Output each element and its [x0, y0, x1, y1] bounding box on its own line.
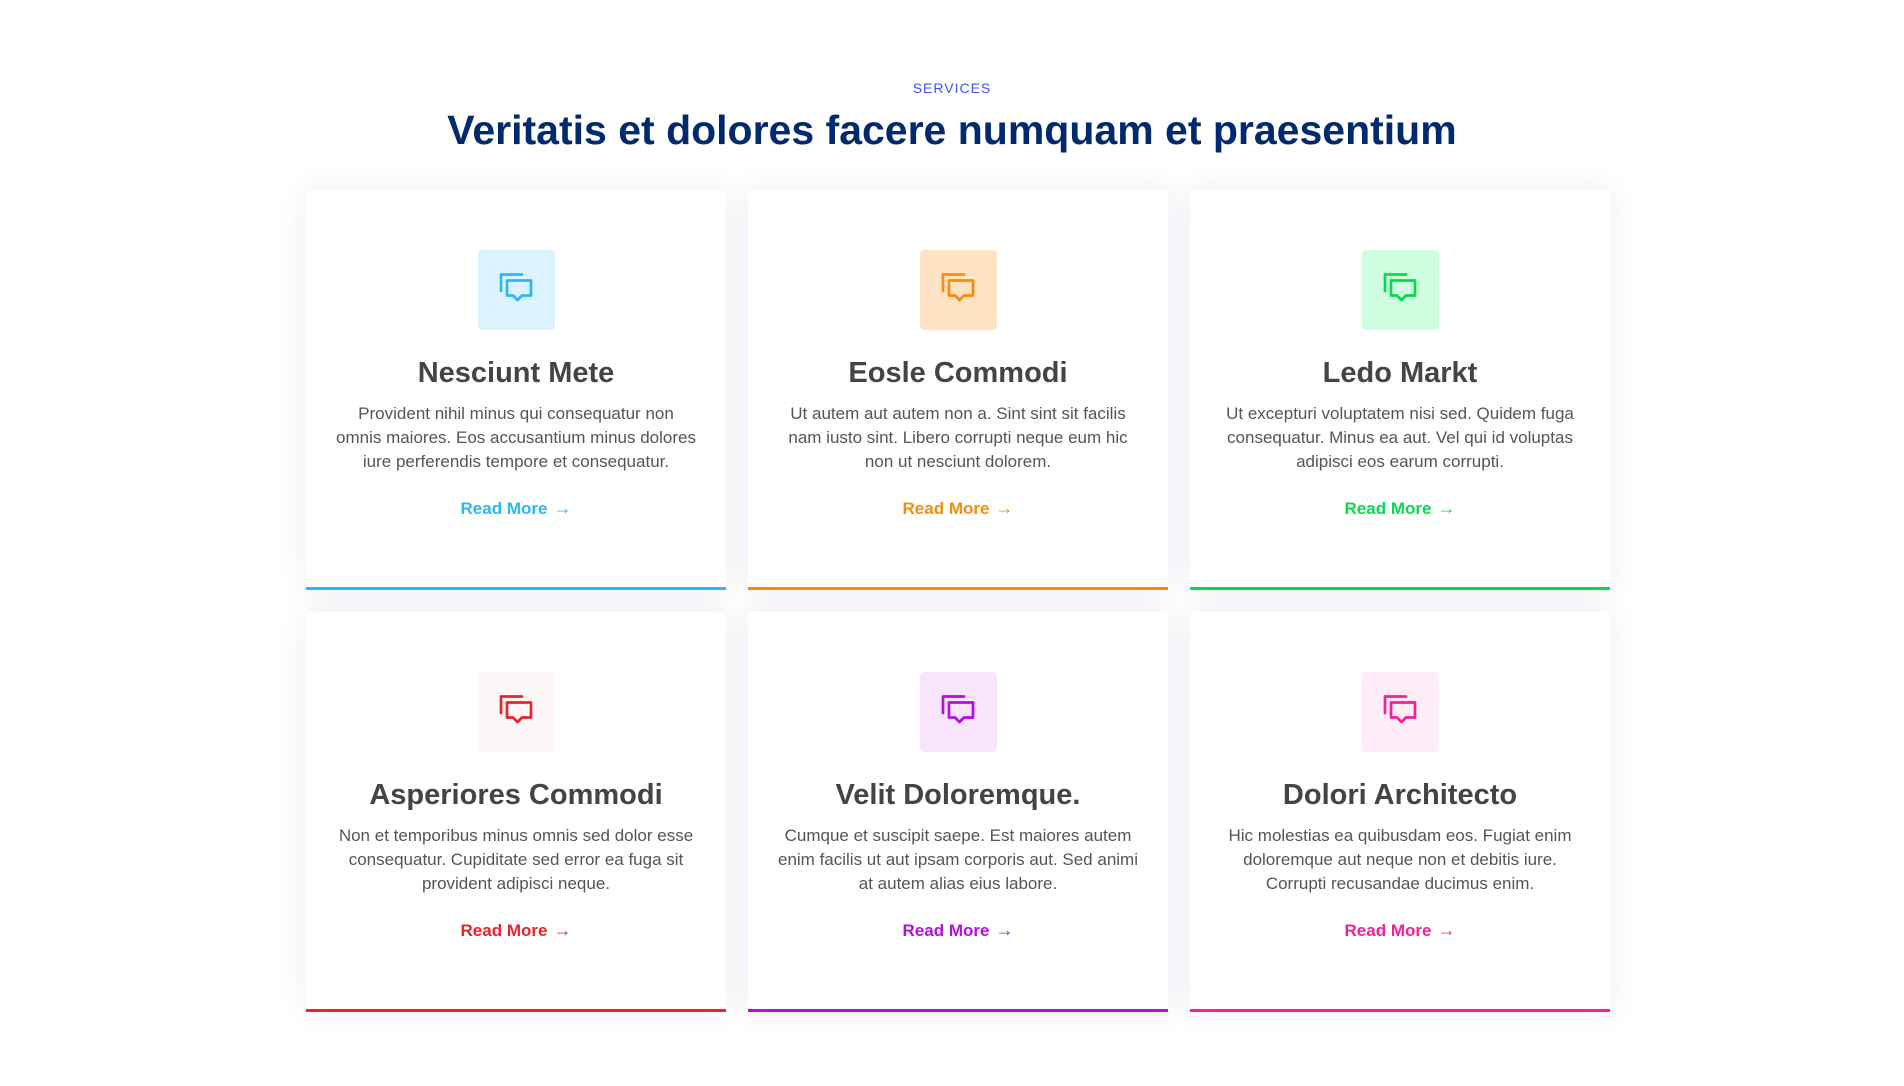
card-title: Dolori Architecto	[1282, 779, 1518, 811]
service-card: Asperiores Commodi Non et temporibus min…	[306, 612, 726, 1012]
icon-box	[1361, 672, 1439, 752]
card-text: Provident nihil minus qui consequatur no…	[336, 404, 696, 471]
card-title: Ledo Markt	[1322, 357, 1478, 389]
card-text: Hic molestias ea quibusdam eos. Fugiat e…	[1228, 826, 1572, 893]
read-more-label: Read More	[902, 920, 990, 940]
service-card: Nesciunt Mete Provident nihil minus qui …	[306, 190, 726, 590]
read-more-label: Read More	[460, 498, 548, 518]
service-card: Velit Doloremque. Cumque et suscipit sae…	[748, 612, 1168, 1012]
icon-box	[477, 672, 555, 752]
chat-icon	[1382, 270, 1418, 311]
read-more-link[interactable]: Read More →	[461, 920, 572, 941]
arrow-right-icon: →	[553, 498, 572, 518]
section-eyebrow: SERVICES	[912, 80, 992, 96]
read-more-label: Read More	[1344, 920, 1432, 940]
card-text: Non et temporibus minus omnis sed dolor …	[338, 826, 694, 893]
card-title: Nesciunt Mete	[417, 357, 615, 389]
card-text: Cumque et suscipit saepe. Est maiores au…	[778, 826, 1138, 893]
icon-box	[919, 250, 997, 330]
arrow-right-icon: →	[995, 920, 1014, 940]
read-more-link[interactable]: Read More →	[903, 498, 1014, 519]
icon-box	[477, 250, 555, 330]
chat-icon	[1382, 692, 1418, 733]
chat-icon	[940, 692, 976, 733]
icon-box	[919, 672, 997, 752]
card-text: Ut autem aut autem non a. Sint sint sit …	[788, 404, 1128, 471]
card-title: Eosle Commodi	[848, 357, 1068, 389]
card-title: Velit Doloremque.	[835, 779, 1081, 811]
service-card: Ledo Markt Ut excepturi voluptatem nisi …	[1190, 190, 1610, 590]
arrow-right-icon: →	[553, 920, 572, 940]
arrow-right-icon: →	[1437, 920, 1456, 940]
read-more-label: Read More	[902, 498, 990, 518]
read-more-link[interactable]: Read More →	[1345, 498, 1456, 519]
arrow-right-icon: →	[1437, 498, 1456, 518]
chat-icon	[940, 270, 976, 311]
icon-box	[1361, 250, 1439, 330]
card-text: Ut excepturi voluptatem nisi sed. Quidem…	[1226, 404, 1574, 471]
services-section: SERVICES Veritatis et dolores facere num…	[0, 0, 1904, 1086]
read-more-link[interactable]: Read More →	[903, 920, 1014, 941]
chat-icon	[498, 692, 534, 733]
read-more-label: Read More	[1344, 498, 1432, 518]
arrow-right-icon: →	[995, 498, 1014, 518]
read-more-link[interactable]: Read More →	[1345, 920, 1456, 941]
read-more-link[interactable]: Read More →	[461, 498, 572, 519]
section-heading: Veritatis et dolores facere numquam et p…	[447, 107, 1457, 153]
services-grid: Nesciunt Mete Provident nihil minus qui …	[306, 190, 1610, 1012]
chat-icon	[498, 270, 534, 311]
card-title: Asperiores Commodi	[369, 779, 663, 811]
service-card: Eosle Commodi Ut autem aut autem non a. …	[748, 190, 1168, 590]
service-card: Dolori Architecto Hic molestias ea quibu…	[1190, 612, 1610, 1012]
read-more-label: Read More	[460, 920, 548, 940]
